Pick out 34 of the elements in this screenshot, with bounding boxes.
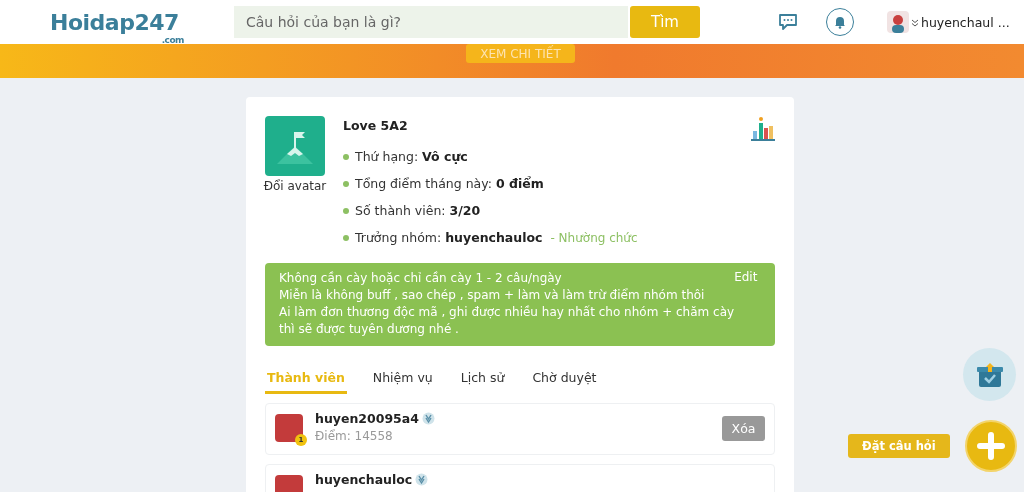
description-line: Không cần cày hoặc chỉ cần cày 1 - 2 câu/ngày	[279, 270, 563, 287]
notification-bell-icon[interactable]	[826, 8, 854, 36]
description-line: Miễn là không buff , sao chép , spam + làm và làm trừ điểm nhóm thôi	[279, 287, 706, 304]
user-avatar[interactable]	[887, 11, 909, 33]
member-points: Điểm: 14558	[315, 429, 394, 443]
description-line: Ai làm đơn thương độc mã , ghi được nhiều hay nhất cho nhóm + chăm cày	[279, 304, 735, 321]
plus-icon	[977, 432, 1005, 460]
leaderboard-icon[interactable]	[750, 116, 776, 142]
chevron-icon	[911, 18, 919, 27]
tab[interactable]: Lịch sử	[458, 370, 507, 394]
ask-question-tooltip: Đặt câu hỏi	[848, 434, 950, 458]
user-menu[interactable]: huyenchaul ...	[911, 14, 1010, 30]
chat-icon[interactable]	[778, 13, 798, 31]
group-name: Love 5A2	[343, 118, 409, 133]
medal-icon	[415, 473, 429, 486]
change-avatar-link[interactable]: Đổi avatar	[263, 179, 327, 193]
bullet-icon	[343, 207, 349, 214]
stat-text: Tổng điểm tháng này: 0 điểm	[355, 176, 544, 191]
gift-icon[interactable]	[963, 348, 1016, 401]
medal-icon	[421, 412, 435, 425]
stat-text: Trưởng nhóm: huyenchauloc	[355, 230, 543, 245]
stat-text: Thứ hạng: Vô cực	[355, 149, 468, 164]
bullet-icon	[343, 153, 349, 160]
tab[interactable]: Nhiệm vụ	[370, 370, 435, 394]
search-field[interactable]: Câu hỏi của bạn là gì?	[234, 6, 628, 38]
bullet-icon	[343, 234, 349, 241]
bullet-icon	[343, 180, 349, 187]
member-name[interactable]: huyen20095a4	[315, 411, 419, 426]
logo-domain: .com	[161, 34, 184, 45]
description-line: thì sẽ được tuyên dương nhé .	[279, 321, 460, 338]
group-avatar	[265, 116, 325, 176]
tab[interactable]: Chờ duyệt	[530, 370, 599, 394]
stat-text: Số thành viên: 3/20	[355, 203, 481, 218]
member-name[interactable]: huyenchauloc	[315, 472, 413, 487]
